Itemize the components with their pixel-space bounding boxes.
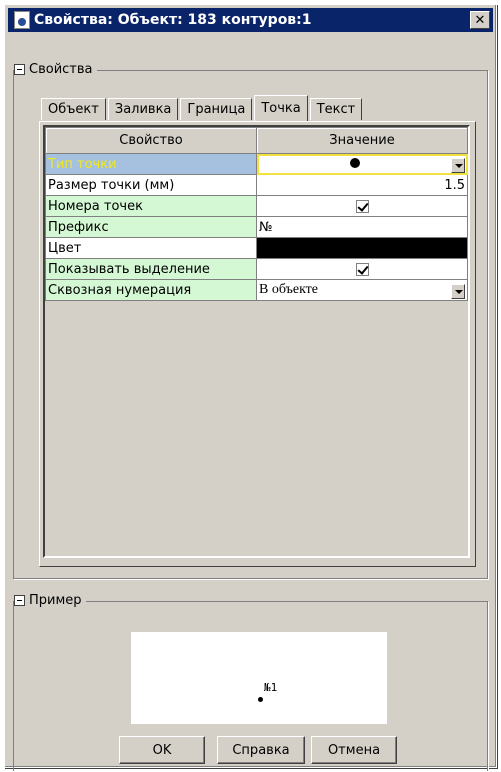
table-row[interactable]: Показывать выделение [45, 258, 468, 280]
close-button[interactable]: ✕ [470, 11, 490, 29]
properties-group-header[interactable]: Свойства [14, 62, 97, 77]
dropdown-arrow-icon[interactable] [451, 157, 465, 173]
show-selection-value[interactable] [256, 258, 468, 280]
property-name[interactable]: Сквозная нумерация [45, 279, 257, 301]
tab-panel-point: Свойство Значение Тип точки Размер точки… [39, 121, 476, 567]
table-row[interactable]: Тип точки [45, 153, 468, 175]
property-name[interactable]: Тип точки [45, 153, 257, 175]
tab-object[interactable]: Объект [41, 98, 106, 120]
help-button[interactable]: Справка [217, 736, 305, 764]
color-value[interactable] [256, 237, 468, 259]
point-type-value[interactable] [256, 153, 468, 175]
table-row[interactable]: Размер точки (мм) 1.5 [45, 174, 468, 196]
preview-canvas: №1 [131, 632, 387, 724]
property-name[interactable]: Префикс [45, 216, 257, 238]
column-header-value[interactable]: Значение [256, 127, 468, 154]
column-header-property[interactable]: Свойство [45, 127, 257, 154]
tab-label: Граница [187, 102, 246, 117]
title-bar[interactable]: Свойства: Объект: 183 контуров:1 ✕ [8, 8, 493, 32]
numbering-selected-text: В объекте [259, 281, 319, 297]
show-selection-checkbox[interactable] [355, 262, 369, 276]
tab-label: Объект [48, 102, 99, 117]
property-name[interactable]: Размер точки (мм) [45, 174, 257, 196]
point-shape-icon [350, 158, 360, 168]
properties-group-label: Свойства [29, 62, 93, 77]
point-numbers-value[interactable] [256, 195, 468, 217]
point-numbers-checkbox[interactable] [355, 199, 369, 213]
cancel-button[interactable]: Отмена [311, 736, 397, 764]
preview-point [258, 697, 263, 702]
example-group-label: Пример [29, 593, 82, 608]
property-name[interactable]: Цвет [45, 237, 257, 259]
tab-label: Заливка [114, 102, 172, 117]
prefix-value[interactable]: № [256, 216, 468, 238]
property-name[interactable]: Показывать выделение [45, 258, 257, 280]
tab-point[interactable]: Точка [254, 95, 308, 121]
table-row[interactable]: Цвет [45, 237, 468, 259]
property-table: Свойство Значение Тип точки Размер точки… [45, 127, 468, 301]
table-row[interactable]: Номера точек [45, 195, 468, 217]
window-title: Свойства: Объект: 183 контуров:1 [34, 12, 312, 28]
collapse-icon[interactable] [14, 595, 25, 606]
table-row[interactable]: Сквозная нумерация В объекте [45, 279, 468, 301]
preview-point-label: №1 [264, 681, 278, 694]
properties-dialog: Свойства: Объект: 183 контуров:1 ✕ Свойс… [4, 4, 497, 771]
numbering-value[interactable]: В объекте [256, 279, 468, 301]
tab-text[interactable]: Текст [309, 98, 363, 120]
dropdown-arrow-icon[interactable] [451, 283, 465, 299]
tab-label: Текст [316, 102, 356, 117]
property-name[interactable]: Номера точек [45, 195, 257, 217]
tab-border[interactable]: Граница [180, 98, 253, 120]
tab-strip: Объект Заливка Граница Точка Текст [41, 94, 364, 121]
app-icon [14, 11, 30, 29]
table-row[interactable]: Префикс № [45, 216, 468, 238]
example-group-header[interactable]: Пример [14, 593, 86, 608]
property-grid: Свойство Значение Тип точки Размер точки… [43, 125, 470, 558]
ok-button[interactable]: OK [119, 736, 205, 764]
collapse-icon[interactable] [14, 64, 25, 75]
tab-label: Точка [261, 101, 301, 116]
point-size-value[interactable]: 1.5 [256, 174, 468, 196]
tab-fill[interactable]: Заливка [107, 98, 179, 120]
